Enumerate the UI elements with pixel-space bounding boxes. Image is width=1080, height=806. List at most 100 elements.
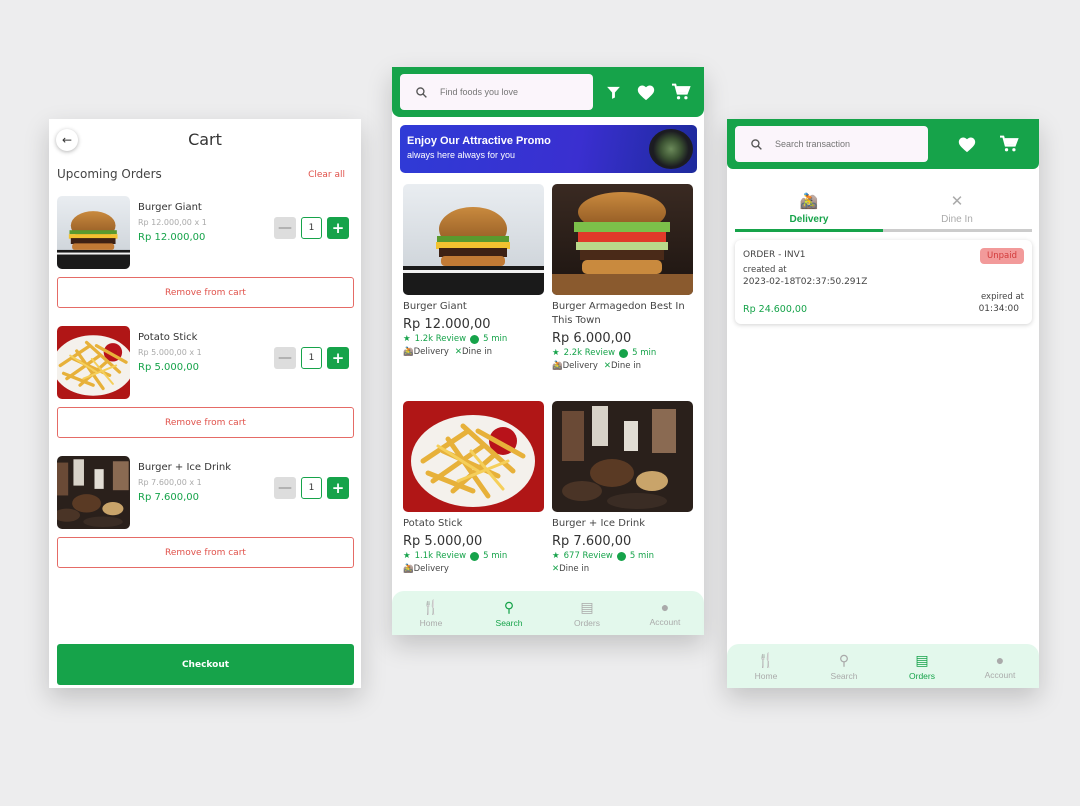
delivery-label: Delivery [413, 564, 449, 574]
bottom-nav: 🍴 Home ⚲ Search ▤ Orders ● Account [727, 644, 1039, 688]
tab-indicator [735, 229, 1032, 232]
cart-icon[interactable] [997, 133, 1021, 155]
dine-in-icon: ✕ [603, 361, 612, 371]
remove-from-cart-button[interactable]: Remove from cart [57, 277, 354, 308]
food-card[interactable]: Burger Giant Rp 12.000,00 ★ 1.2k Review 5… [403, 184, 544, 357]
orders-icon: ▤ [915, 651, 929, 668]
filter-icon[interactable] [602, 81, 624, 103]
cart-header: ← Cart [49, 119, 361, 161]
food-meta: ★ 2.2k Review 5 min [552, 348, 693, 358]
food-name: Burger Armagedon Best In This Town [552, 301, 685, 326]
increase-button[interactable]: + [327, 217, 349, 239]
review-count: 2.2k Review [563, 348, 616, 358]
food-card[interactable]: Burger Armagedon Best In This Town Rp 6.… [552, 184, 693, 371]
quantity-field[interactable]: 1 [301, 217, 322, 239]
decrease-button[interactable]: — [274, 477, 296, 499]
increase-button[interactable]: + [327, 347, 349, 369]
checkout-button[interactable]: Checkout [57, 644, 354, 685]
dine-in-icon: ✕ [950, 193, 964, 210]
food-name: Burger Giant [403, 301, 467, 312]
home-icon: 🍴 [422, 598, 440, 615]
promo-subtitle: always here always for you [407, 150, 516, 160]
dine-in-label: Dine in [611, 361, 641, 371]
cart-icon[interactable] [669, 81, 693, 103]
delivery-icon: 🚵 [403, 564, 414, 574]
food-card[interactable]: Burger + Ice Drink Rp 7.600,00 ★ 677 Revi… [552, 401, 693, 574]
remove-from-cart-button[interactable]: Remove from cart [57, 537, 354, 568]
dine-in-icon: ✕ [454, 347, 463, 357]
food-meta: ★ 677 Review 5 min [552, 551, 693, 561]
search-screen: Enjoy Our Attractive Promo always here a… [392, 67, 704, 635]
promo-banner[interactable]: Enjoy Our Attractive Promo always here a… [400, 125, 697, 173]
account-icon: ● [995, 652, 1005, 668]
search-icon [408, 86, 434, 99]
expired-label: expired at [980, 292, 1024, 302]
search-input[interactable] [440, 87, 580, 97]
item-total: Rp 12.000,00 [138, 232, 206, 243]
food-price: Rp 6.000,00 [552, 331, 632, 346]
item-unit-price: Rp 7.600,00 x 1 [138, 478, 202, 487]
food-image [57, 196, 130, 269]
nav-account[interactable]: ● Account [961, 644, 1039, 688]
clock-icon [470, 334, 480, 344]
heart-icon[interactable] [634, 81, 658, 103]
food-name: Potato Stick [403, 518, 463, 529]
star-icon: ★ [552, 348, 560, 358]
nav-search[interactable]: ⚲ Search [805, 644, 883, 688]
quantity-field[interactable]: 1 [301, 477, 322, 499]
food-image [57, 326, 130, 399]
nav-label: Account [984, 670, 1016, 680]
status-badge: Unpaid [980, 248, 1024, 264]
item-unit-price: Rp 5.000,00 x 1 [138, 348, 202, 357]
nav-home[interactable]: 🍴 Home [727, 644, 805, 688]
search-bar[interactable] [735, 126, 928, 162]
nav-search[interactable]: ⚲ Search [470, 591, 548, 635]
dine-in-label: Dine in [559, 564, 590, 574]
nav-home[interactable]: 🍴 Home [392, 591, 470, 635]
food-image [403, 401, 544, 512]
order-card[interactable]: ORDER - INV1 created at 2023-02-18T02:37… [735, 240, 1032, 324]
nav-orders[interactable]: ▤ Orders [883, 644, 961, 688]
food-image [552, 184, 693, 295]
item-unit-price: Rp 12.000,00 x 1 [138, 218, 207, 227]
bottom-nav: 🍴 Home ⚲ Search ▤ Orders ● Account [392, 591, 704, 635]
increase-button[interactable]: + [327, 477, 349, 499]
search-bar[interactable] [400, 74, 593, 110]
quantity-field[interactable]: 1 [301, 347, 322, 369]
clock-icon [619, 348, 629, 358]
tab-dine-in[interactable]: ✕ Dine In [883, 183, 1031, 229]
order-id: ORDER - INV1 [743, 250, 806, 260]
food-card[interactable]: Potato Stick Rp 5.000,00 ★ 1.1k Review 5 … [403, 401, 544, 574]
nav-label: Orders [574, 617, 600, 628]
item-total: Rp 5.000,00 [138, 362, 200, 373]
remove-from-cart-button[interactable]: Remove from cart [57, 407, 354, 438]
clock-icon [470, 551, 480, 561]
tab-label: Delivery [789, 214, 829, 225]
decrease-button[interactable]: — [274, 347, 296, 369]
delivery-icon: 🚵 [552, 361, 563, 371]
food-name: Burger + Ice Drink [552, 518, 645, 529]
nav-label: Orders [909, 670, 935, 681]
home-icon: 🍴 [757, 651, 775, 668]
heart-icon[interactable] [955, 133, 979, 155]
search-icon: ⚲ [503, 598, 515, 615]
clear-all-link[interactable]: Clear all [308, 170, 345, 180]
cart-screen: ← Cart Upcoming Orders Clear all Burger … [49, 119, 361, 688]
food-tags: 🚵Delivery ✕Dine in [552, 361, 693, 371]
star-icon: ★ [552, 551, 560, 561]
orders-screen: 🚵 Delivery ✕ Dine In ORDER - INV1 create… [727, 119, 1039, 688]
decrease-button[interactable]: — [274, 217, 296, 239]
account-icon: ● [660, 599, 670, 615]
nav-orders[interactable]: ▤ Orders [548, 591, 626, 635]
delivery-label: Delivery [562, 361, 598, 371]
item-total: Rp 7.600,00 [138, 492, 200, 503]
nav-label: Search [495, 617, 523, 628]
delivery-icon: 🚵 [403, 347, 414, 357]
search-transaction-input[interactable] [775, 139, 915, 149]
dine-in-label: Dine in [462, 347, 492, 357]
section-title: Upcoming Orders [57, 167, 162, 181]
expired-time: 01:34:00 [978, 304, 1019, 314]
nav-account[interactable]: ● Account [626, 591, 704, 635]
plus-icon: + [331, 349, 345, 367]
tab-delivery[interactable]: 🚵 Delivery [735, 183, 883, 229]
